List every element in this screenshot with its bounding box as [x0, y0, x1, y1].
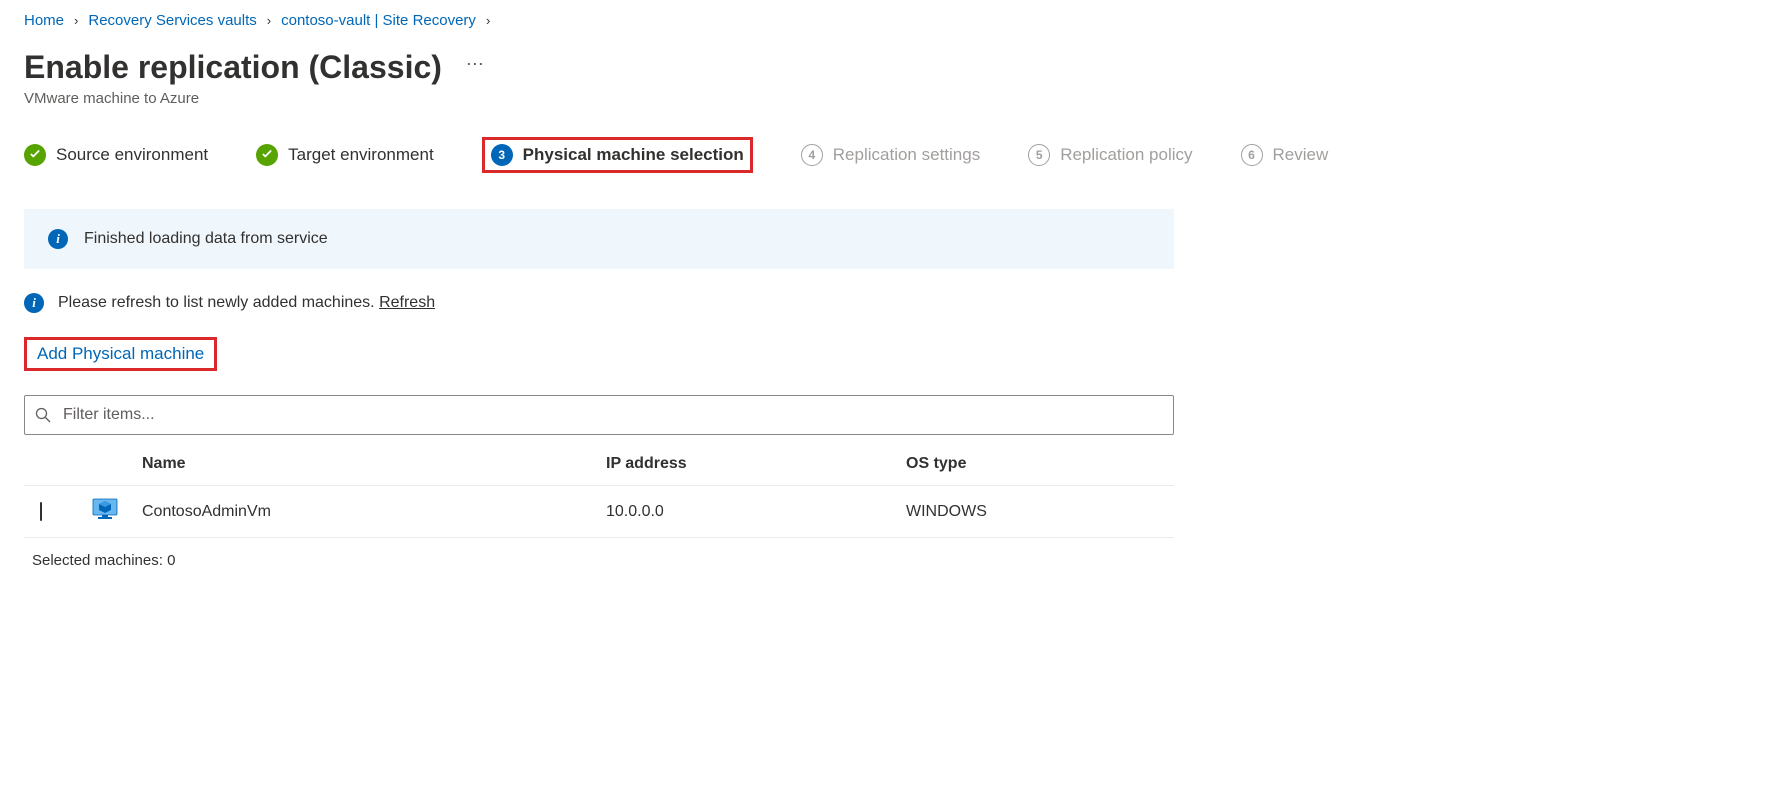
step-review[interactable]: 6 Review — [1241, 144, 1329, 166]
breadcrumb-vaults[interactable]: Recovery Services vaults — [88, 12, 256, 29]
machines-table: Name IP address OS type ContosoAdminVm 1… — [24, 443, 1174, 538]
step-replication-policy[interactable]: 5 Replication policy — [1028, 144, 1192, 166]
step-label: Physical machine selection — [523, 145, 744, 165]
col-name: Name — [132, 455, 606, 473]
table-header: Name IP address OS type — [24, 443, 1174, 486]
hint-text: Please refresh to list newly added machi… — [58, 294, 379, 311]
check-icon — [256, 144, 278, 166]
step-label: Review — [1273, 145, 1329, 165]
row-checkbox[interactable] — [40, 502, 42, 521]
step-replication-settings[interactable]: 4 Replication settings — [801, 144, 980, 166]
step-target-environment[interactable]: Target environment — [256, 144, 434, 166]
step-number-icon: 5 — [1028, 144, 1050, 166]
cell-os: WINDOWS — [906, 503, 1166, 521]
info-icon: i — [48, 229, 68, 249]
cell-ip: 10.0.0.0 — [606, 503, 906, 521]
page-subtitle: VMware machine to Azure — [24, 90, 1752, 107]
step-number-icon: 6 — [1241, 144, 1263, 166]
wizard-steps: Source environment Target environment 3 … — [24, 137, 1752, 173]
table-row[interactable]: ContosoAdminVm 10.0.0.0 WINDOWS — [24, 486, 1174, 538]
step-number-icon: 4 — [801, 144, 823, 166]
step-source-environment[interactable]: Source environment — [24, 144, 208, 166]
col-ip: IP address — [606, 455, 906, 473]
selected-count: Selected machines: 0 — [24, 538, 1752, 583]
banner-text: Finished loading data from service — [84, 230, 328, 248]
chevron-right-icon: › — [486, 13, 490, 28]
filter-box[interactable] — [24, 395, 1174, 435]
breadcrumb-vault[interactable]: contoso-vault | Site Recovery — [281, 12, 476, 29]
refresh-link[interactable]: Refresh — [379, 294, 435, 311]
breadcrumb: Home › Recovery Services vaults › contos… — [24, 12, 1752, 29]
step-label: Replication policy — [1060, 145, 1192, 165]
refresh-hint: i Please refresh to list newly added mac… — [24, 293, 1752, 313]
add-physical-machine-wrap: Add Physical machine — [24, 337, 217, 371]
info-icon: i — [24, 293, 44, 313]
search-icon — [35, 407, 51, 423]
step-label: Replication settings — [833, 145, 980, 165]
vm-icon — [92, 498, 132, 525]
info-banner: i Finished loading data from service — [24, 209, 1174, 269]
more-actions-button[interactable]: ⋯ — [466, 54, 486, 81]
chevron-right-icon: › — [267, 13, 271, 28]
add-physical-machine-link[interactable]: Add Physical machine — [37, 344, 204, 363]
cell-name: ContosoAdminVm — [132, 503, 606, 521]
check-icon — [24, 144, 46, 166]
filter-input[interactable] — [59, 402, 1163, 428]
col-os: OS type — [906, 455, 1166, 473]
step-number-icon: 3 — [491, 144, 513, 166]
step-physical-machine-selection[interactable]: 3 Physical machine selection — [482, 137, 753, 173]
step-label: Source environment — [56, 145, 208, 165]
breadcrumb-home[interactable]: Home — [24, 12, 64, 29]
page-header: Enable replication (Classic) ⋯ VMware ma… — [24, 49, 1752, 107]
step-label: Target environment — [288, 145, 434, 165]
page-title: Enable replication (Classic) — [24, 49, 442, 86]
chevron-right-icon: › — [74, 13, 78, 28]
